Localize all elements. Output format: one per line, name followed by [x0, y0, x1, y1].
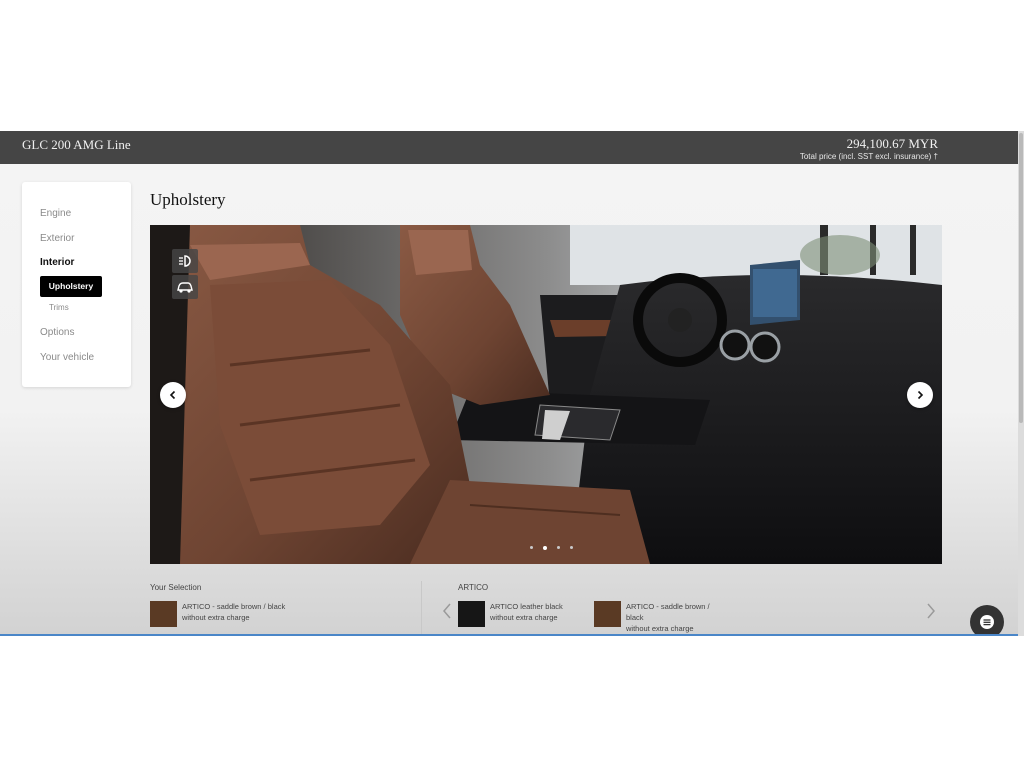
chat-icon — [980, 615, 994, 629]
sidebar-item-engine[interactable]: Engine — [40, 208, 71, 219]
gallery-next-button[interactable] — [907, 382, 933, 408]
car-interior-image — [150, 225, 942, 564]
page-scrollbar[interactable] — [1018, 131, 1024, 636]
headlight-icon — [179, 255, 191, 267]
selected-upholstery-name: ARTICO - saddle brown / black — [182, 602, 286, 611]
chevron-right-icon — [917, 390, 924, 400]
option-artico-saddle-brown[interactable]: ARTICO - saddle brown / black without ex… — [626, 601, 710, 634]
scrollbar-thumb[interactable] — [1019, 133, 1023, 423]
page-title: Upholstery — [150, 190, 226, 209]
gallery-prev-button[interactable] — [160, 382, 186, 408]
configurator-app: GLC 200 AMG Line 294,100.67 MYR Total pr… — [0, 131, 1024, 636]
sidebar-item-trims[interactable]: Trims — [49, 303, 69, 312]
sidebar-item-upholstery[interactable]: Upholstery — [40, 276, 102, 297]
sidebar-item-exterior[interactable]: Exterior — [40, 233, 74, 244]
total-price: 294,100.67 MYR — [846, 136, 938, 151]
gallery-dot-3[interactable] — [557, 546, 560, 549]
chevron-left-icon — [169, 390, 176, 400]
selected-upholstery-info: ARTICO - saddle brown / black without ex… — [182, 601, 285, 623]
gallery-dot-1[interactable] — [530, 546, 533, 549]
sidebar-item-interior[interactable]: Interior — [40, 257, 74, 268]
option-artico-black-swatch[interactable] — [458, 601, 485, 627]
exterior-view-button[interactable] — [172, 275, 198, 299]
section-divider — [421, 581, 422, 636]
option-artico-saddle-brown-name-1: ARTICO - saddle brown / — [626, 602, 710, 611]
sidebar-item-your-vehicle[interactable]: Your vehicle — [40, 352, 94, 363]
car-exterior-icon — [177, 282, 193, 293]
interior-image-gallery — [150, 225, 942, 564]
selected-upholstery-swatch — [150, 601, 177, 627]
option-artico-black-price: without extra charge — [490, 613, 558, 622]
option-artico-saddle-brown-name-2: black — [626, 613, 644, 622]
chat-button[interactable] — [970, 605, 1004, 636]
gallery-dot-4[interactable] — [570, 546, 573, 549]
options-prev-chevron-icon[interactable] — [441, 602, 453, 620]
top-bar: GLC 200 AMG Line 294,100.67 MYR Total pr… — [0, 131, 1018, 164]
option-artico-black-name: ARTICO leather black — [490, 602, 563, 611]
config-sidebar: Engine Exterior Interior Upholstery Trim… — [22, 182, 131, 387]
model-name: GLC 200 AMG Line — [22, 137, 131, 152]
option-artico-saddle-brown-swatch[interactable] — [594, 601, 621, 627]
focus-bottom-line — [0, 634, 1018, 636]
artico-group-label: ARTICO — [458, 583, 489, 592]
option-artico-black[interactable]: ARTICO leather black without extra charg… — [490, 601, 563, 623]
price-note: Total price (incl. SST excl. insurance) … — [799, 152, 938, 161]
option-artico-saddle-brown-price: without extra charge — [626, 624, 694, 633]
headlight-view-button[interactable] — [172, 249, 198, 273]
your-selection-label: Your Selection — [150, 583, 202, 592]
options-next-chevron-icon[interactable] — [925, 602, 937, 620]
selected-upholstery-price: without extra charge — [182, 613, 250, 622]
sidebar-item-options[interactable]: Options — [40, 327, 74, 338]
gallery-dot-2[interactable] — [543, 545, 547, 550]
